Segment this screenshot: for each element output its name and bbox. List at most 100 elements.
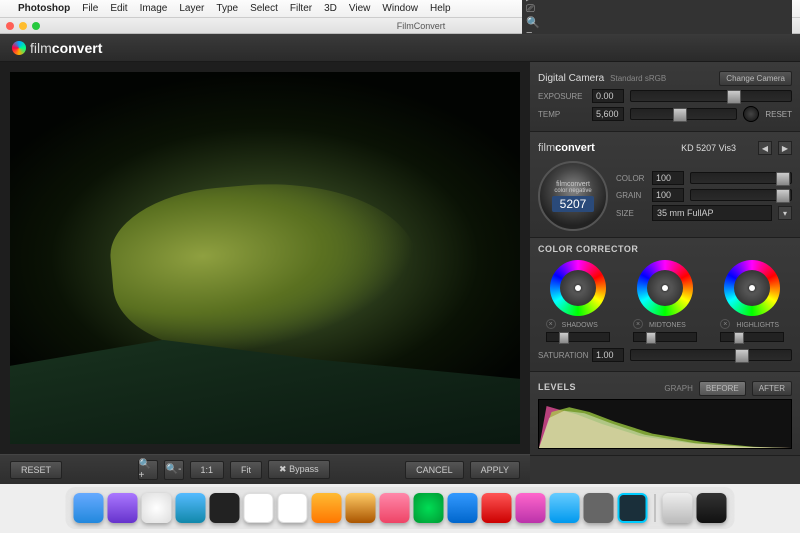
cancel-button[interactable]: CANCEL [405, 461, 464, 479]
app-name[interactable]: Photoshop [18, 3, 70, 14]
film-dial[interactable]: filmconvert color negative 5207 [538, 161, 608, 231]
dock-siri[interactable] [108, 493, 138, 523]
saturation-value[interactable]: 1.00 [592, 348, 624, 362]
menu-file[interactable]: File [82, 3, 98, 14]
filmconvert-logo: filmconvert [12, 40, 102, 56]
dock-trash[interactable] [697, 493, 727, 523]
film-grain-slider[interactable] [690, 189, 792, 201]
dock-app5[interactable] [210, 493, 240, 523]
levels-graph-label: GRAPH [664, 384, 692, 393]
dock-photos[interactable] [380, 493, 410, 523]
film-size-label: SIZE [616, 209, 646, 218]
film-size-select[interactable]: 35 mm FullAP [652, 205, 772, 221]
preview-toolbar: RESET 🔍+ 🔍- 1:1 Fit ✖ Bypass CANCEL APPL… [0, 454, 530, 484]
menu-select[interactable]: Select [250, 3, 278, 14]
macos-dock [66, 487, 735, 529]
preview-pane: RESET 🔍+ 🔍- 1:1 Fit ✖ Bypass CANCEL APPL… [0, 62, 530, 484]
highlights-label: HIGHLIGHTS [736, 322, 779, 329]
shadows-reset[interactable]: × [546, 319, 556, 329]
shadows-slider[interactable] [546, 332, 610, 342]
film-grain-value[interactable]: 100 [652, 188, 684, 202]
highlights-reset[interactable]: × [720, 319, 730, 329]
dock-preferences[interactable] [584, 493, 614, 523]
camera-title: Digital Camera [538, 73, 604, 84]
window-title: FilmConvert [48, 21, 794, 31]
zoom-in-button[interactable]: 🔍+ [138, 460, 158, 480]
dock-music[interactable] [516, 493, 546, 523]
midtones-reset[interactable]: × [633, 319, 643, 329]
temp-reset-label: RESET [765, 110, 792, 119]
shadows-wheel[interactable] [550, 260, 606, 316]
dock-calendar[interactable] [244, 493, 274, 523]
exposure-slider[interactable] [630, 90, 792, 102]
prev-film-button[interactable]: ◀ [758, 141, 772, 155]
dock-launchpad[interactable] [142, 493, 172, 523]
dock-appstore[interactable] [550, 493, 580, 523]
dock-finder[interactable] [74, 493, 104, 523]
menu-window[interactable]: Window [382, 3, 418, 14]
zoom-1to1-button[interactable]: 1:1 [190, 461, 225, 479]
filmconvert-panel: filmconvert RESET 🔍+ 🔍- 1:1 Fit ✖ Bypass… [0, 34, 800, 484]
temp-value[interactable]: 5,600 [592, 107, 624, 121]
image-preview[interactable] [10, 72, 520, 444]
levels-after-button[interactable]: AFTER [752, 381, 792, 396]
film-color-value[interactable]: 100 [652, 171, 684, 185]
film-stock-name: KD 5207 Vis3 [681, 143, 736, 153]
levels-histogram[interactable] [538, 399, 792, 449]
highlights-wheel[interactable] [724, 260, 780, 316]
film-size-dropdown-icon[interactable]: ▾ [778, 206, 792, 220]
dock-app8[interactable] [312, 493, 342, 523]
levels-title: LEVELS [538, 382, 576, 392]
temp-slider[interactable] [630, 108, 737, 120]
temp-reset-knob[interactable] [743, 106, 759, 122]
dock-mail[interactable] [448, 493, 478, 523]
dock-separator [655, 494, 656, 522]
macos-menubar: Photoshop File Edit Image Layer Type Sel… [0, 0, 800, 18]
dock-safari[interactable] [176, 493, 206, 523]
menu-help[interactable]: Help [430, 3, 451, 14]
dock-app7[interactable] [278, 493, 308, 523]
menu-image[interactable]: Image [140, 3, 168, 14]
midtones-label: MIDTONES [649, 322, 686, 329]
change-camera-button[interactable]: Change Camera [719, 71, 792, 86]
midtones-slider[interactable] [633, 332, 697, 342]
dock-photoshop[interactable] [618, 493, 648, 523]
minimize-window-button[interactable] [19, 22, 27, 30]
display-icon[interactable]: ⎚ [526, 3, 788, 16]
zoom-fit-button[interactable]: Fit [230, 461, 262, 479]
menu-filter[interactable]: Filter [290, 3, 312, 14]
color-corrector-panel: COLOR CORRECTOR ×SHADOWS ×MIDTONES [530, 238, 800, 372]
dock-news[interactable] [482, 493, 512, 523]
bypass-button[interactable]: ✖ Bypass [268, 460, 330, 479]
reset-button[interactable]: RESET [10, 461, 62, 479]
exposure-label: EXPOSURE [538, 92, 586, 101]
highlights-slider[interactable] [720, 332, 784, 342]
close-window-button[interactable] [6, 22, 14, 30]
zoom-out-button[interactable]: 🔍- [164, 460, 184, 480]
dock-app9[interactable] [346, 493, 376, 523]
preview-content [10, 72, 520, 444]
zoom-window-button[interactable] [32, 22, 40, 30]
film-color-label: COLOR [616, 174, 646, 183]
menu-3d[interactable]: 3D [324, 3, 337, 14]
temp-label: TEMP [538, 110, 586, 119]
dock-downloads[interactable] [663, 493, 693, 523]
dock-messages[interactable] [414, 493, 444, 523]
midtones-wheel[interactable] [637, 260, 693, 316]
menu-layer[interactable]: Layer [179, 3, 204, 14]
levels-before-button[interactable]: BEFORE [699, 381, 746, 396]
apply-button[interactable]: APPLY [470, 461, 520, 479]
menu-view[interactable]: View [349, 3, 371, 14]
plugin-header: filmconvert [0, 34, 800, 62]
exposure-value[interactable]: 0.00 [592, 89, 624, 103]
logo-icon [12, 41, 26, 55]
next-film-button[interactable]: ▶ [778, 141, 792, 155]
saturation-slider[interactable] [630, 349, 792, 361]
camera-profile: Standard sRGB [610, 74, 666, 83]
controls-pane: Digital Camera Standard sRGB Change Came… [530, 62, 800, 484]
menu-type[interactable]: Type [216, 3, 238, 14]
film-panel: filmconvert KD 5207 Vis3 ◀ ▶ filmconvert… [530, 132, 800, 238]
film-color-slider[interactable] [690, 172, 792, 184]
menu-edit[interactable]: Edit [110, 3, 127, 14]
color-corrector-title: COLOR CORRECTOR [538, 244, 792, 254]
